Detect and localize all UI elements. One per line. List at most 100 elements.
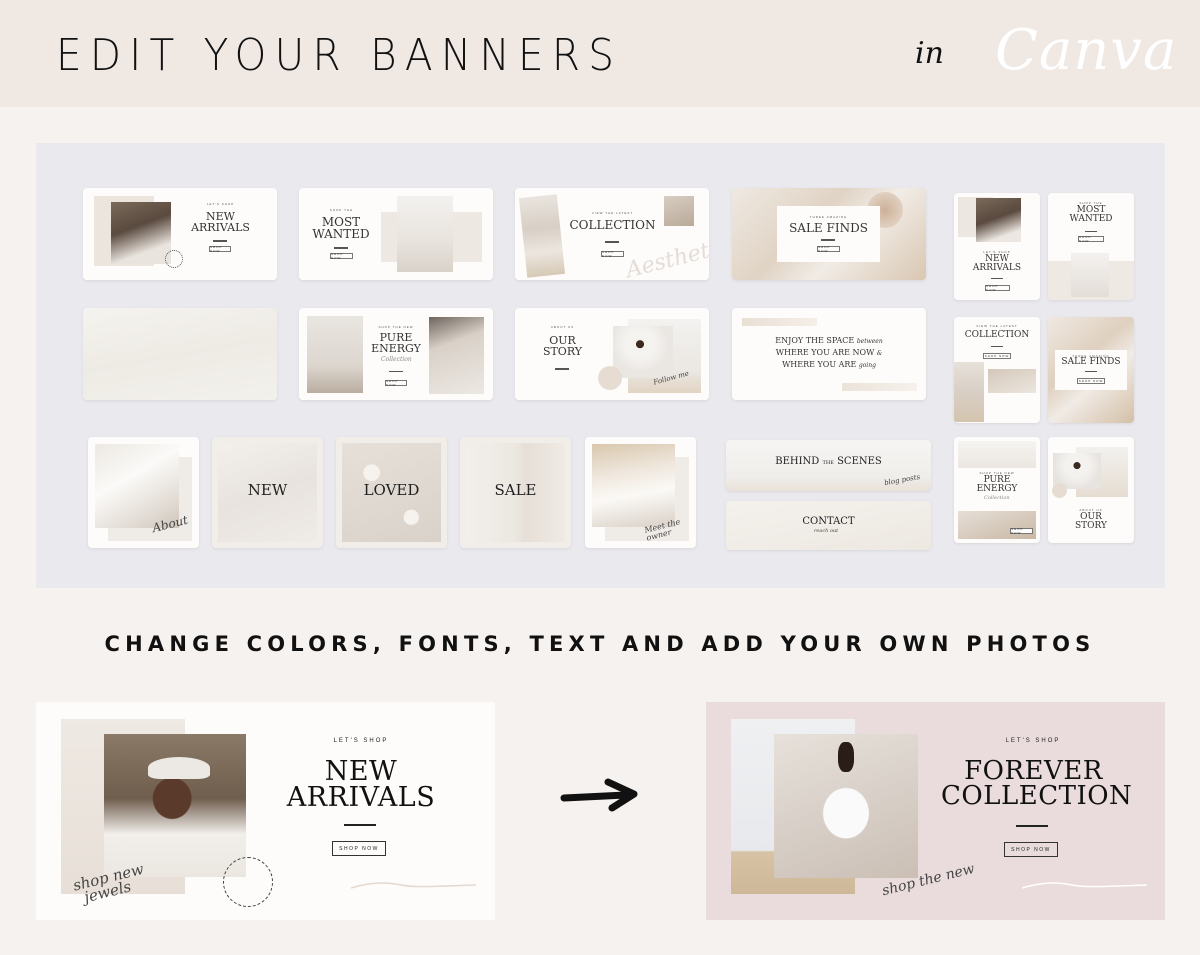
banner-new-arrivals[interactable]: LET'S SHOP NEW ARRIVALS SHOP NOW: [83, 188, 277, 280]
portrait-title: COLLECTION: [964, 330, 1030, 340]
divider: [344, 824, 376, 826]
portrait-our-story[interactable]: ABOUT US OUR STORY: [1048, 437, 1134, 543]
hat: [148, 757, 210, 779]
strip-title: CONTACT: [802, 516, 855, 527]
before-banner: shop new jewels LET'S SHOP NEW ARRIVALS …: [36, 702, 495, 920]
photo-diffuser: [664, 196, 694, 226]
banner-tag: LET'S SHOP: [206, 202, 235, 206]
quote-text: WHERE YOU ARE: [782, 360, 857, 369]
right-arrow-icon: [560, 778, 638, 812]
photo-diffuser: [429, 317, 484, 394]
portrait-title: SALE FINDS: [1061, 357, 1121, 367]
script-text: Aesthetic: [623, 233, 709, 280]
title-line-2: COLLECTION: [941, 781, 1133, 812]
banner-title: NEW ARRIVALS: [276, 758, 446, 812]
strip-title-small: THE: [822, 460, 834, 466]
subtitle: CHANGE COLORS, FONTS, TEXT AND ADD YOUR …: [104, 632, 1096, 656]
collection-badge: [223, 857, 273, 907]
banner-title: NEW ARRIVALS: [191, 210, 250, 234]
shop-now-button[interactable]: SHOP NOW: [1004, 842, 1058, 857]
shop-now-button[interactable]: SHOP NOW: [1010, 527, 1033, 535]
quote-line-2: WHERE YOU ARE NOW &: [732, 349, 926, 357]
divider: [334, 247, 348, 249]
banner-title: MOST WANTED: [312, 215, 370, 241]
tile-title: LOVED: [363, 481, 420, 499]
banner-tag: ABOUT US: [550, 325, 575, 329]
strip-behind-the-scenes[interactable]: BEHIND THE SCENES blog posts: [726, 440, 931, 491]
script-text: Collection: [381, 356, 412, 363]
page-title: EDIT YOUR BANNERS: [56, 30, 623, 81]
photo-model: [1071, 253, 1109, 297]
tile-loved[interactable]: LOVED: [336, 437, 447, 548]
divider: [213, 240, 227, 242]
quote-script: between: [856, 338, 883, 345]
banner-tag: THREE AMAZING: [809, 215, 848, 219]
banner-our-story[interactable]: ABOUT US OUR STORY Follow me: [515, 308, 709, 400]
shop-now-button[interactable]: SHOP NOW: [1078, 235, 1104, 243]
banner-tag: SHOP THE: [329, 208, 354, 212]
portrait-new-arrivals[interactable]: LET'S SHOP NEW ARRIVALS SHOP NOW: [954, 193, 1040, 300]
brush-stroke: [742, 318, 817, 326]
shop-now-button[interactable]: SHOP NOW: [983, 353, 1011, 359]
tile-sale[interactable]: SALE: [460, 437, 571, 548]
shop-now-button[interactable]: SHOP NOW: [332, 841, 386, 856]
shop-now-button[interactable]: SHOP NOW: [985, 284, 1010, 292]
photo-model: [397, 196, 453, 272]
badge-circle: [165, 250, 183, 268]
tile-meet-the-owner[interactable]: Meet the owner: [585, 437, 696, 548]
banner-collection[interactable]: VIEW THE LATEST COLLECTION SHOP NOW Aest…: [515, 188, 709, 280]
divider: [389, 371, 403, 372]
photo-collage: [518, 194, 566, 278]
badge-circle: [1052, 483, 1067, 498]
portrait-title: NEW ARRIVALS: [972, 254, 1022, 273]
divider: [991, 346, 1003, 347]
quote-script: going: [858, 362, 876, 369]
banner-title: OUR STORY: [542, 334, 583, 358]
banner-pure-energy[interactable]: SHOP THE NEW PURE ENERGY Collection SHOP…: [299, 308, 493, 400]
portrait-most-wanted[interactable]: SHOP THE MOST WANTED SHOP NOW: [1048, 193, 1134, 300]
script-text: reach out: [814, 528, 839, 534]
photo-model: [104, 734, 246, 877]
banner-tag: VIEW THE LATEST: [591, 211, 634, 215]
shop-now-button[interactable]: SHOP NOW: [330, 252, 353, 260]
portrait-collection[interactable]: VIEW THE LATEST COLLECTION SHOP NOW: [954, 317, 1040, 423]
shop-now-button[interactable]: SHOP NOW: [817, 245, 840, 253]
quote-text: WHERE YOU ARE NOW: [775, 348, 875, 357]
shop-now-button[interactable]: SHOP NOW: [209, 245, 231, 253]
banner-blank-texture[interactable]: [83, 308, 277, 400]
badge-circle: [598, 366, 622, 390]
tile-title: NEW: [247, 481, 288, 499]
banner-title: FOREVER COLLECTION: [941, 758, 1133, 812]
tile-new[interactable]: NEW: [212, 437, 323, 548]
divider: [555, 368, 569, 370]
script-text: blog posts: [883, 472, 921, 488]
brush-stroke: [842, 383, 917, 391]
strip-contact[interactable]: CONTACT reach out: [726, 501, 931, 550]
photo-interior: [307, 316, 363, 393]
script-text: Collection: [984, 495, 1010, 501]
model-hair: [838, 742, 854, 772]
divider: [821, 239, 835, 241]
photo-model: [976, 198, 1021, 242]
portrait-sale-finds[interactable]: THREE AMAZING SALE FINDS SHOP NOW: [1048, 317, 1134, 423]
header-band: EDIT YOUR BANNERS in Canva: [0, 0, 1200, 107]
portrait-pure-energy[interactable]: SHOP THE NEW PURE ENERGY Collection SHOP…: [954, 437, 1040, 543]
banner-enjoy-quote[interactable]: ENJOY THE SPACE between WHERE YOU ARE NO…: [732, 308, 926, 400]
portrait-tag: VIEW THE LATEST: [976, 324, 1018, 328]
divider: [605, 241, 619, 243]
shop-now-button[interactable]: SHOP NOW: [385, 379, 407, 387]
shop-now-button[interactable]: SHOP NOW: [601, 250, 624, 258]
banner-tag: SHOP THE NEW: [378, 325, 414, 329]
banner-sale-finds[interactable]: THREE AMAZING SALE FINDS SHOP NOW: [732, 188, 926, 280]
portrait-title: PURE ENERGY: [976, 475, 1018, 494]
photo-flatlay: [95, 444, 179, 528]
quote-line-3: WHERE YOU ARE going: [732, 361, 926, 369]
tile-about[interactable]: About: [88, 437, 199, 548]
strip-title-a: BEHIND: [775, 456, 820, 467]
banner-most-wanted[interactable]: SHOP THE MOST WANTED SHOP NOW: [299, 188, 493, 280]
banner-title: PURE ENERGY: [371, 331, 421, 355]
strip-title: BEHIND THE SCENES: [726, 457, 931, 467]
shop-now-button[interactable]: SHOP NOW: [1077, 378, 1105, 384]
divider: [991, 278, 1003, 279]
in-label: in: [915, 36, 944, 71]
